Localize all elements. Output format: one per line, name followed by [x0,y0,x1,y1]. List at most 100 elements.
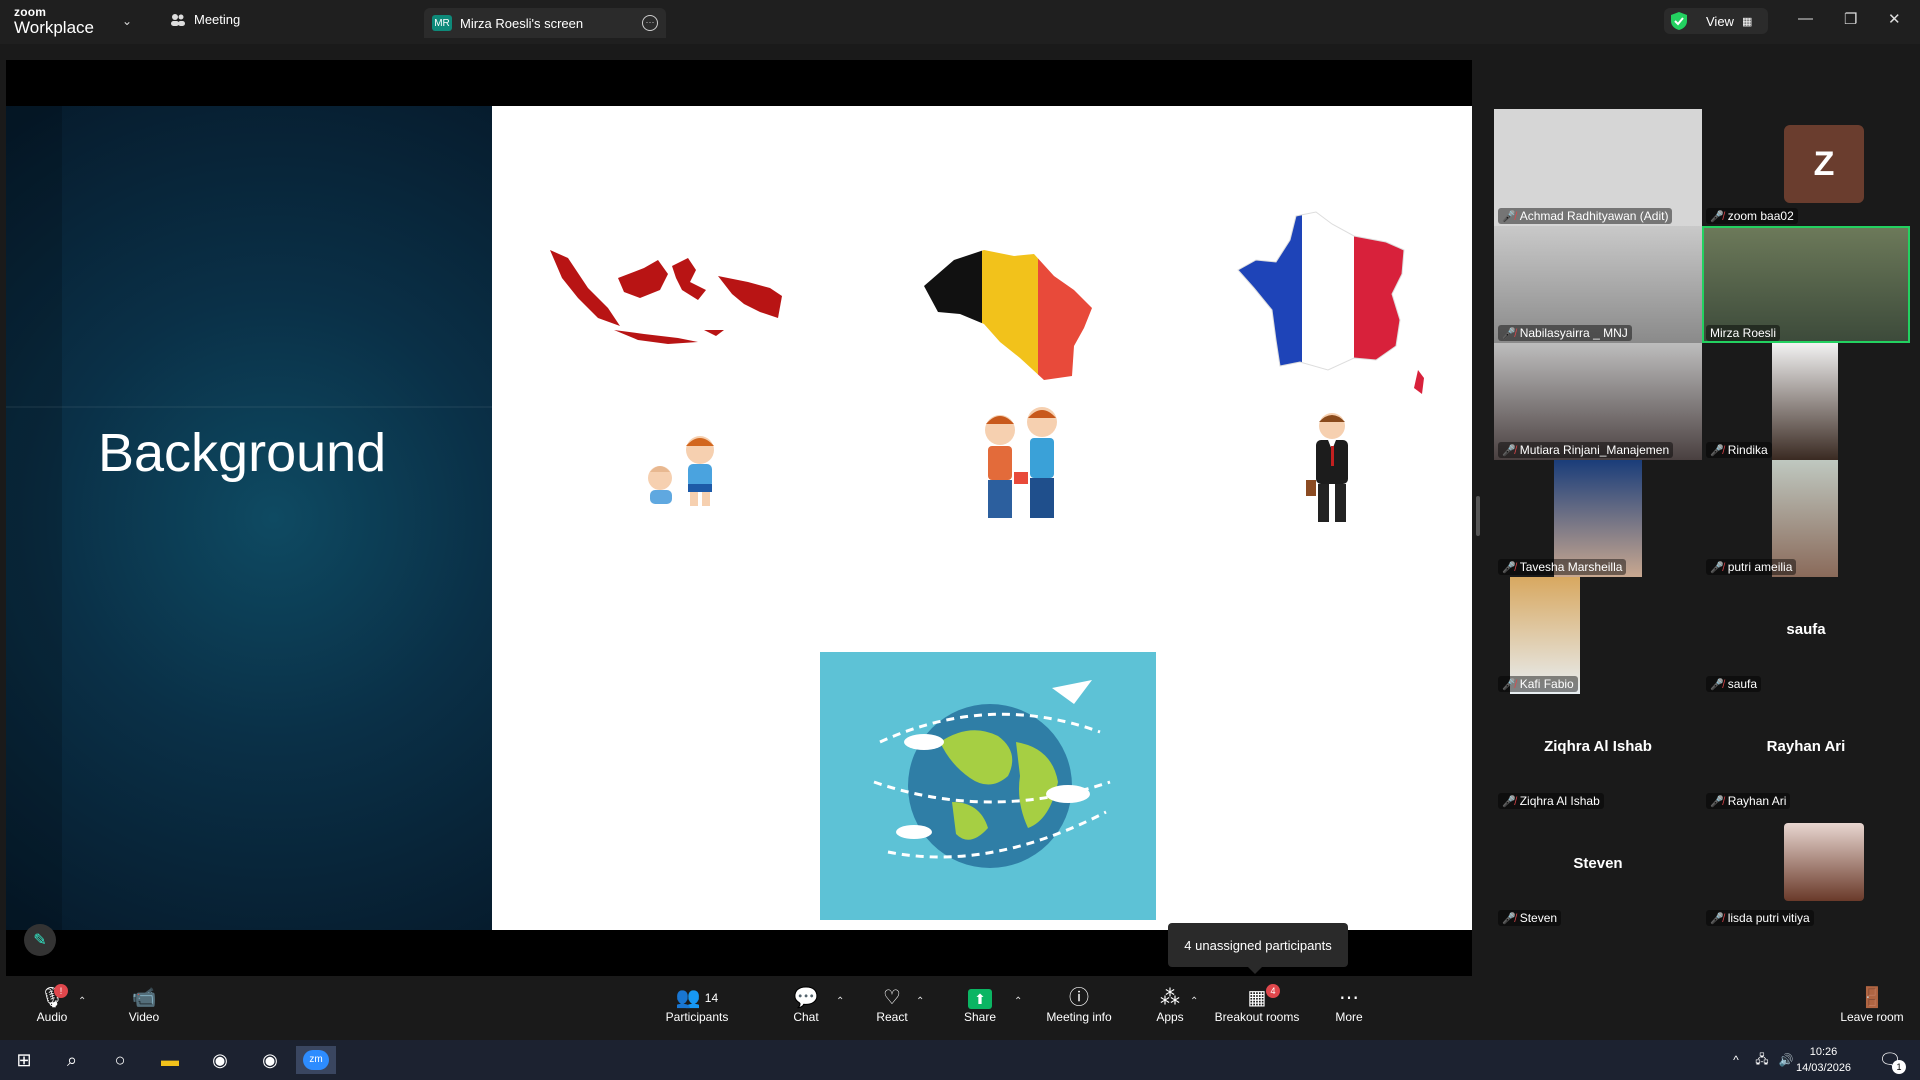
breakout-rooms-button[interactable]: ▦ 4 Breakout rooms [1214,984,1300,1024]
audio-button[interactable]: 🎙 ! Audio [34,984,70,1024]
task-view-icon[interactable]: ○ [100,1046,140,1074]
video-button[interactable]: 📹 Video [124,986,164,1024]
windows-start-icon[interactable]: ⊞ [4,1046,44,1074]
video-tile[interactable]: Rayhan Ari 🎤̸ Rayhan Ari [1702,694,1910,811]
participant-name: putri ameilia [1727,560,1793,574]
video-tile[interactable]: 🎤̸ putri ameilia [1702,460,1910,577]
participant-name-tag: 🎤̸ Rayhan Ari [1706,793,1791,809]
chat-button[interactable]: 💬 Chat [788,986,824,1024]
audio-alert-badge: ! [54,984,68,998]
video-tile[interactable]: saufa 🎤̸ saufa [1702,577,1910,694]
mic-muted-icon: 🎤̸ [1710,444,1724,457]
tab-meeting[interactable]: Meeting [170,12,240,27]
breakout-badge: 4 [1266,984,1280,998]
slide-title-panel: Background [6,106,492,930]
mic-muted-icon: 🎤̸ [1502,678,1516,691]
audio-options-caret[interactable]: ⌃ [78,996,86,1007]
gallery-resize-handle[interactable] [1476,496,1480,536]
apps-button[interactable]: ⁂ Apps [1152,986,1188,1024]
participant-name: Ziqhra Al Ishab [1519,794,1600,808]
participant-name-tag: 🎤̸ Tavesha Marsheilla [1498,559,1627,575]
breakout-tooltip: 4 unassigned participants [1168,923,1348,974]
chevron-down-icon[interactable]: ⌄ [122,14,132,28]
info-icon: ⓘ [1069,987,1089,1009]
participant-name-tag: 🎤̸ putri ameilia [1706,559,1797,575]
heart-icon: ♡ [883,987,901,1009]
chat-options-caret[interactable]: ⌃ [836,996,844,1007]
avatar-letter: Z [1813,144,1835,183]
participants-button[interactable]: 👥 14 Participants [664,986,730,1024]
mic-muted-icon: 🎤̸ [1502,561,1516,574]
video-tile[interactable]: 🎤̸ Kafi Fabio [1494,577,1702,694]
participant-name: Mutiara Rinjani_Manajemen [1519,443,1670,457]
leave-room-button[interactable]: 🚪 Leave room [1838,986,1906,1024]
participant-name: Kafi Fabio [1519,677,1574,691]
two-students-illustration [985,407,1057,518]
tab-shared-screen[interactable]: MR Mirza Roesli's screen ··· [424,8,666,38]
globe-travel-illustration [820,652,1156,920]
apps-options-caret[interactable]: ⌃ [1190,996,1198,1007]
brand-top: zoom [14,5,47,19]
chrome-icon[interactable]: ◉ [200,1046,240,1074]
belgium-map-image [924,250,1092,380]
system-clock[interactable]: 10:26 14/03/2026 [1796,1044,1851,1076]
video-tile[interactable]: 🎤̸ Rindika [1702,343,1910,460]
search-icon[interactable]: ⌕ [52,1046,92,1074]
participant-name: Tavesha Marsheilla [1519,560,1623,574]
video-tile[interactable]: 🎤̸ Tavesha Marsheilla [1494,460,1702,577]
notification-icon[interactable]: 🗨 1 [1870,1046,1910,1074]
react-button[interactable]: ♡ React [872,986,912,1024]
breakout-grid-icon: ▦ [1247,987,1267,1009]
participant-name: saufa [1727,677,1758,691]
share-button[interactable]: ⬆ Share [962,986,998,1024]
participant-name-tag: 🎤̸ Ziqhra Al Ishab [1498,793,1604,809]
video-tile[interactable]: 🎤̸ Mutiara Rinjani_Manajemen [1494,343,1702,460]
video-tile[interactable]: 🎤̸ lisda putri vitiya [1702,811,1910,928]
display-name: Steven [1573,855,1623,872]
view-button[interactable]: View ▦ [1664,8,1768,34]
participant-name-tag: Mirza Roesli [1706,325,1781,341]
file-explorer-icon[interactable]: ▬ [150,1046,190,1074]
react-options-caret[interactable]: ⌃ [916,996,924,1007]
video-tile[interactable]: Steven 🎤̸ Steven [1494,811,1702,928]
participant-name-tag: 🎤̸ Mutiara Rinjani_Manajemen [1498,442,1674,458]
audio-label: Audio [36,1010,68,1024]
mic-muted-icon: 🎤̸ [1502,444,1516,457]
chrome-profile-icon[interactable]: ◉ [250,1046,290,1074]
restore-icon[interactable]: ❐ [1844,10,1857,28]
share-screen-icon: ⬆ [962,986,998,1010]
tab-screen-label: Mirza Roesli's screen [460,15,584,31]
video-off-icon: 📹 [131,987,157,1009]
video-frame [1772,343,1838,460]
video-tile[interactable]: 🎤̸ Achmad Radhityawan (Adit) [1494,109,1702,226]
annotate-pencil-icon[interactable]: ✎ [24,924,56,956]
video-tile[interactable]: Z 🎤̸ zoom baa02 [1702,109,1910,226]
notification-count: 1 [1892,1060,1906,1074]
participant-name-tag: 🎤̸ Steven [1498,910,1562,926]
more-options-icon[interactable]: ··· [642,15,658,31]
display-name: saufa [1786,621,1826,638]
minimize-icon[interactable]: — [1798,10,1813,27]
video-tile[interactable]: Ziqhra Al Ishab 🎤̸ Ziqhra Al Ishab [1494,694,1702,811]
zoom-logo[interactable]: zoom Workplace [14,6,94,36]
france-map-image [1237,211,1424,394]
meeting-info-label: Meeting info [1046,1010,1112,1024]
leave-label: Leave room [1840,1010,1904,1024]
mic-muted-icon: 🎤̸ [1710,678,1724,691]
mic-muted-icon: 🎤̸ [1710,912,1724,925]
active-speaker-tile[interactable]: Mirza Roesli [1702,226,1910,343]
participant-name-tag: 🎤̸ Rindika [1706,442,1772,458]
more-button[interactable]: ⋯ More [1334,986,1364,1024]
close-icon[interactable]: ✕ [1888,10,1901,28]
avatar: Z [1784,125,1864,203]
meeting-info-button[interactable]: ⓘ Meeting info [1042,986,1116,1024]
breakout-label: Breakout rooms [1214,1010,1300,1024]
shared-screen[interactable]: Background ✎ [6,60,1472,976]
zoom-taskbar-icon[interactable]: zm [296,1046,336,1074]
share-options-caret[interactable]: ⌃ [1014,996,1022,1007]
mic-muted-icon: 🎤̸ [1710,795,1724,808]
sharer-avatar: MR [432,15,452,31]
video-tile[interactable]: 🎤̸ Nabilasyairra _ MNJ [1494,226,1702,343]
react-label: React [876,1010,908,1024]
participants-icon: 👥 [675,987,701,1009]
